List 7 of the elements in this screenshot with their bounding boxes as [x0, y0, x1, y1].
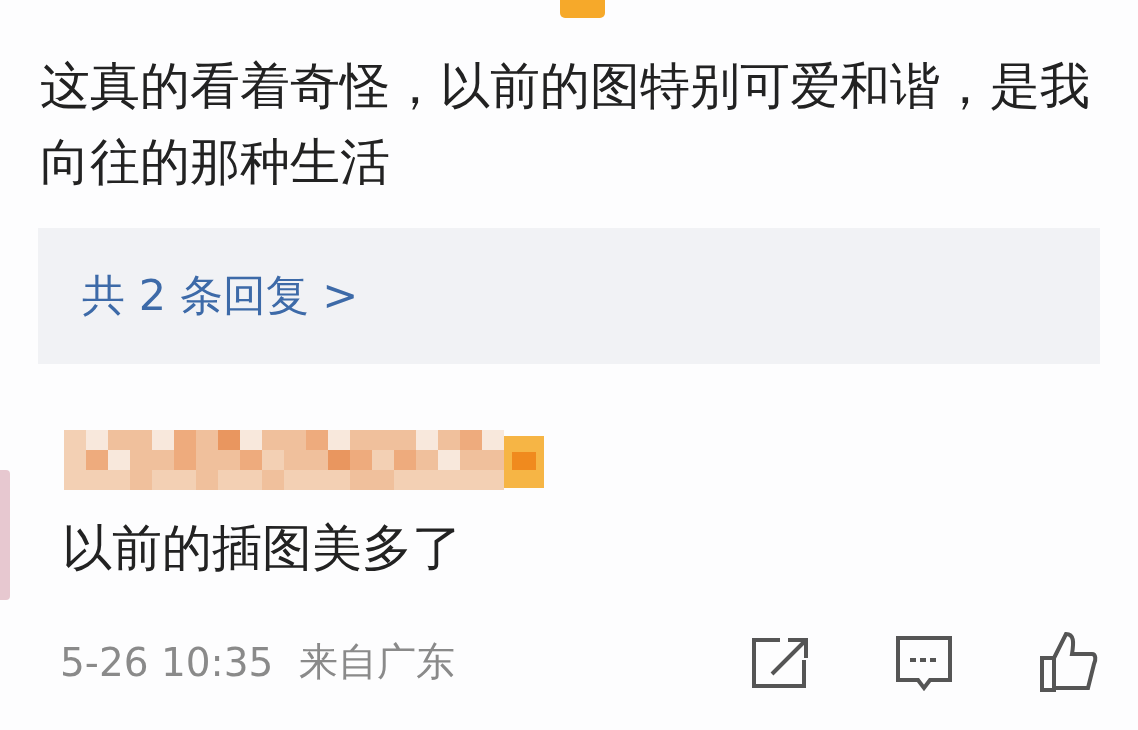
timestamp: 5-26 10:35 [60, 639, 274, 685]
replies-link[interactable]: 共 2 条回复 > [82, 267, 359, 325]
reply-text: 以前的插图美多了 [62, 518, 463, 579]
badge-icon [560, 0, 605, 18]
thumbs-up-icon[interactable] [1038, 630, 1098, 694]
comment-text: 这真的看着奇怪，以前的图特别可爱和谐，是我向往的那种生活 [40, 56, 1091, 193]
source-label: 来自广东 [299, 638, 456, 686]
